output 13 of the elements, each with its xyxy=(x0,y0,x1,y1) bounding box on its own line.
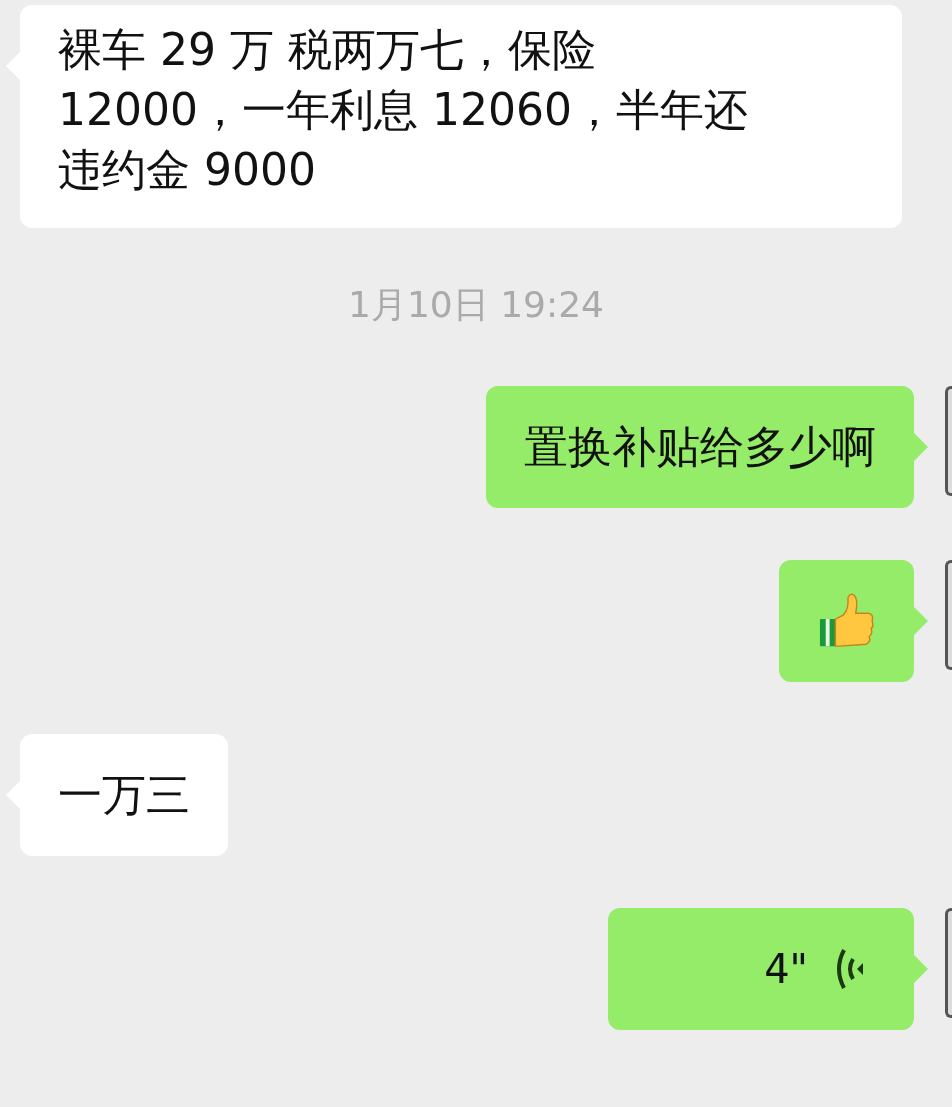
message-bubble[interactable]: 一万三 xyxy=(20,734,228,856)
avatar[interactable] xyxy=(945,908,952,1018)
message-bubble[interactable]: 置换补贴给多少啊 xyxy=(486,386,914,508)
bubble-tail xyxy=(914,433,928,461)
voice-wave-icon xyxy=(834,947,864,991)
bubble-tail xyxy=(914,607,928,635)
avatar[interactable] xyxy=(945,560,952,670)
voice-message[interactable]: 4" xyxy=(608,908,914,1030)
avatar[interactable] xyxy=(945,386,952,496)
bubble-tail xyxy=(914,955,928,983)
thumbs-up-icon xyxy=(817,592,876,650)
message-bubble[interactable]: 裸车 29 万 税两万七，保险 12000，一年利息 12060，半年还违约金 9000 xyxy=(20,5,902,228)
timestamp: 1月10日 19:24 xyxy=(348,283,604,327)
